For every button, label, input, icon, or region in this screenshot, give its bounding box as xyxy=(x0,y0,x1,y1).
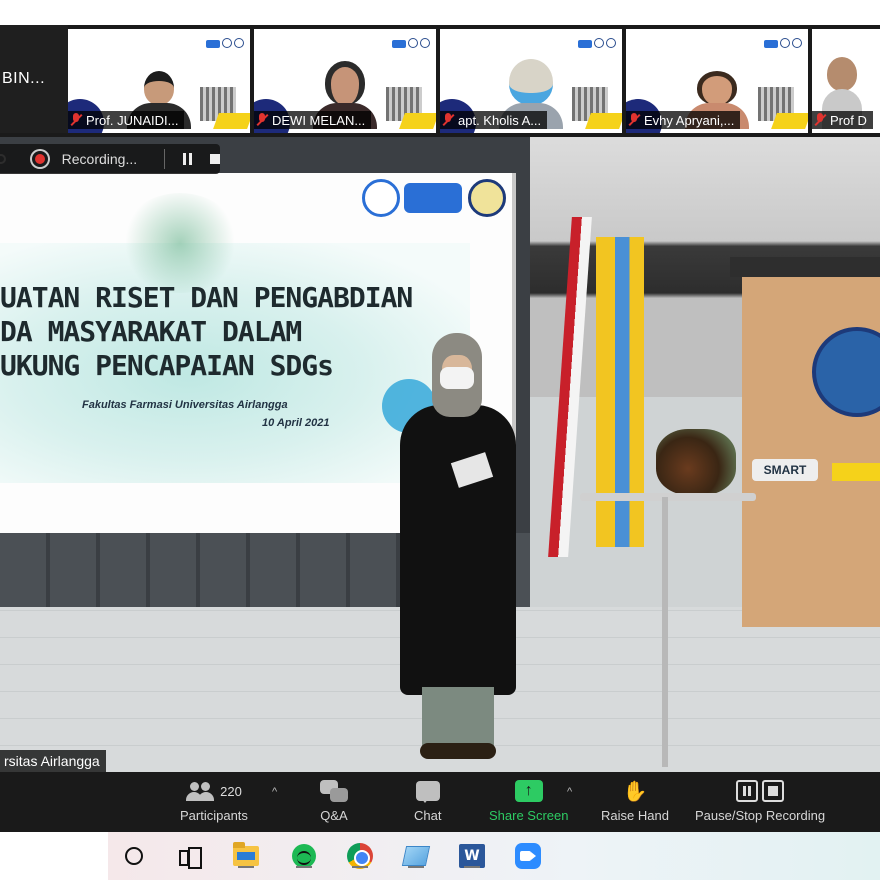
ministry-logo-icon xyxy=(362,179,400,217)
file-explorer-button[interactable] xyxy=(232,842,260,870)
windows-taskbar: W xyxy=(0,832,880,880)
main-speaker-video: UATAN RISET DAN PENGABDIAN DA MASYARAKAT… xyxy=(0,137,880,772)
participant-name-tag: Prof D xyxy=(812,111,873,129)
share-screen-button[interactable]: ↑ Share Screen xyxy=(489,778,569,828)
tile-logos xyxy=(206,35,244,48)
participant-name: Prof D xyxy=(830,112,867,128)
spotify-button[interactable] xyxy=(290,842,318,870)
participant-name: apt. Kholis A... xyxy=(458,112,542,128)
participants-options-caret-icon[interactable]: ^ xyxy=(272,786,277,798)
participant-tile[interactable]: DEWI MELAN... xyxy=(254,29,436,133)
share-screen-icon: ↑ xyxy=(514,780,543,802)
slide-title: UATAN RISET DAN PENGABDIAN DA MASYARAKAT… xyxy=(0,281,413,382)
gallery-strip: BIN... Prof. JUNAIDI... DEWI MELAN... ap… xyxy=(0,25,880,137)
pause-stop-icon xyxy=(736,780,785,802)
recording-label: Recording... xyxy=(61,151,138,167)
university-seal-icon xyxy=(468,179,506,217)
zoom-button[interactable] xyxy=(514,842,542,870)
participant-name: DEWI MELAN... xyxy=(272,112,366,128)
pause-icon xyxy=(736,780,759,802)
flower-vase xyxy=(656,429,736,495)
participant-tile[interactable]: Evhy Apryani,... xyxy=(626,29,808,133)
participant-tile[interactable]: apt. Kholis A... xyxy=(440,29,622,133)
mic-muted-icon xyxy=(256,113,268,127)
participant-tile[interactable]: Prof D xyxy=(812,29,880,133)
cortana-button[interactable] xyxy=(120,842,148,870)
mic-muted-icon xyxy=(442,113,454,127)
participant-name-tag: Prof. JUNAIDI... xyxy=(68,111,185,129)
participant-tile[interactable]: Prof. JUNAIDI... xyxy=(68,29,250,133)
stop-recording-button[interactable] xyxy=(210,154,221,164)
task-view-icon xyxy=(179,847,202,869)
stop-icon xyxy=(762,780,785,802)
cortana-icon xyxy=(125,847,143,865)
participants-icon xyxy=(186,780,216,802)
word-button[interactable]: W xyxy=(458,842,486,870)
raise-hand-icon: ✋ xyxy=(622,780,648,803)
mic-muted-icon xyxy=(70,113,82,127)
mic-muted-icon xyxy=(814,113,826,127)
participants-count: 220 xyxy=(220,783,242,799)
pause-recording-button[interactable] xyxy=(181,153,195,165)
speaker-figure xyxy=(396,333,520,772)
spotify-icon xyxy=(292,844,316,868)
slide-subtitle: Fakultas Farmasi Universitas Airlangga xyxy=(82,399,288,411)
sticky-notes-button[interactable] xyxy=(401,842,431,870)
participant-name-tag: DEWI MELAN... xyxy=(254,111,372,129)
record-icon xyxy=(30,149,50,169)
sponsor-logo: SMART xyxy=(752,459,818,481)
task-view-button[interactable] xyxy=(175,842,203,870)
share-options-caret-icon[interactable]: ^ xyxy=(567,786,572,798)
chrome-button[interactable] xyxy=(346,842,374,870)
slide-date: 10 April 2021 xyxy=(262,417,330,429)
file-explorer-icon xyxy=(233,842,259,866)
qa-icon xyxy=(320,780,348,802)
chat-button[interactable]: Chat xyxy=(414,778,441,828)
mic-muted-icon xyxy=(628,113,640,127)
participants-button[interactable]: 220 Participants xyxy=(180,778,248,828)
word-icon: W xyxy=(459,844,485,868)
sticky-notes-icon xyxy=(401,846,431,866)
kampus-merdeka-logo-icon xyxy=(404,183,462,213)
qa-button[interactable]: Q&A xyxy=(320,778,348,828)
participant-name: Prof. JUNAIDI... xyxy=(86,112,179,128)
recording-bar: Recording... xyxy=(0,144,221,174)
raise-hand-button[interactable]: ✋ Raise Hand xyxy=(601,778,669,828)
meeting-control-bar: 220 Participants ^ Q&A Chat ↑ Share Scre… xyxy=(0,772,880,832)
active-speaker-name-tag: rsitas Airlangga xyxy=(0,750,106,772)
pause-stop-recording-button[interactable]: Pause/Stop Recording xyxy=(695,778,825,828)
participant-name-tag: Evhy Apryani,... xyxy=(626,111,741,129)
participant-name: Evhy Apryani,... xyxy=(644,112,735,128)
participant-name-tag: apt. Kholis A... xyxy=(440,111,548,129)
host-tile-label[interactable]: BIN... xyxy=(0,25,68,133)
chat-icon xyxy=(415,781,440,803)
